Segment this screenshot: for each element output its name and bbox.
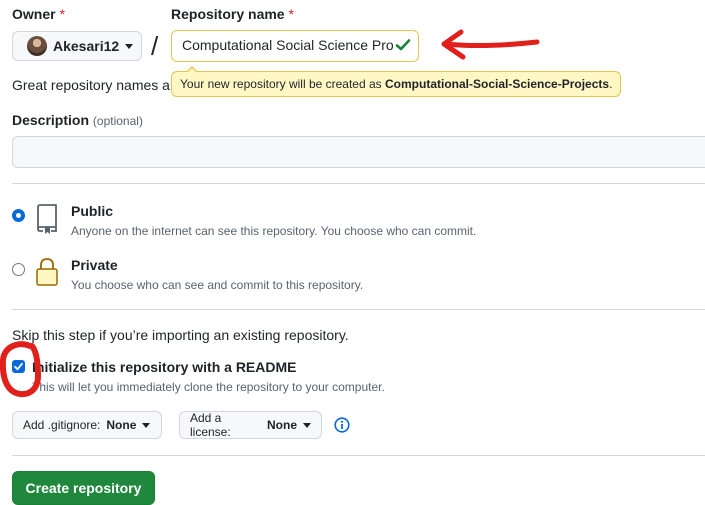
license-label: Add a license: xyxy=(190,411,231,439)
check-icon xyxy=(395,39,411,51)
readme-title: Initialize this repository with a README xyxy=(32,359,297,375)
private-title: Private xyxy=(71,257,118,273)
annotation-circle xyxy=(0,341,42,398)
repository-required-mark: * xyxy=(288,6,294,22)
public-title: Public xyxy=(71,203,114,219)
repository-name-tooltip: Your new repository will be created as C… xyxy=(171,66,622,97)
description-label-text: Description xyxy=(12,112,90,128)
description-input[interactable] xyxy=(12,136,705,168)
owner-name: Akesari12 xyxy=(53,38,120,54)
license-value: None xyxy=(267,418,297,432)
annotation-arrow xyxy=(441,29,540,60)
divider xyxy=(12,183,705,184)
owner-required-mark: * xyxy=(59,6,65,22)
gitignore-label: Add .gitignore: xyxy=(23,418,101,432)
avatar xyxy=(27,36,47,56)
divider xyxy=(12,309,705,310)
description-label: Description (optional) xyxy=(12,112,143,128)
gitignore-value: None xyxy=(106,418,137,432)
tooltip-suffix: . xyxy=(609,77,613,91)
gitignore-dropdown[interactable]: Add .gitignore: None xyxy=(12,411,162,439)
create-repository-button[interactable]: Create repository xyxy=(12,471,155,505)
divider xyxy=(12,455,705,456)
tooltip-repo-name: Computational-Social-Science-Projects xyxy=(385,77,610,91)
public-subtitle: Anyone on the internet can see this repo… xyxy=(71,224,477,238)
chevron-down-icon xyxy=(125,43,134,49)
description-optional: (optional) xyxy=(92,114,143,128)
lock-icon xyxy=(36,258,58,286)
owner-label-text: Owner xyxy=(12,6,56,22)
license-dropdown[interactable]: Add a license: None xyxy=(179,411,322,439)
chevron-down-icon xyxy=(303,422,311,428)
repo-icon xyxy=(37,204,57,234)
public-radio[interactable] xyxy=(12,209,25,222)
owner-repo-separator: / xyxy=(151,31,159,61)
owner-dropdown[interactable]: Akesari12 xyxy=(12,31,142,61)
skip-import-text: Skip this step if you’re importing an ex… xyxy=(12,327,349,343)
info-icon[interactable] xyxy=(334,417,350,433)
chevron-down-icon xyxy=(142,422,151,428)
private-subtitle: You choose who can see and commit to thi… xyxy=(71,278,364,292)
repository-name-label-text: Repository name xyxy=(171,6,285,22)
readme-subtitle: This will let you immediately clone the … xyxy=(32,380,385,394)
owner-label: Owner * xyxy=(12,6,65,22)
tooltip-prefix: Your new repository will be created as xyxy=(180,77,382,91)
repository-name-label: Repository name * xyxy=(171,6,294,22)
private-radio[interactable] xyxy=(12,263,25,276)
repository-name-hint: Great repository names ar xyxy=(12,77,172,93)
repository-name-input[interactable]: Computational Social Science Pro xyxy=(171,30,419,62)
